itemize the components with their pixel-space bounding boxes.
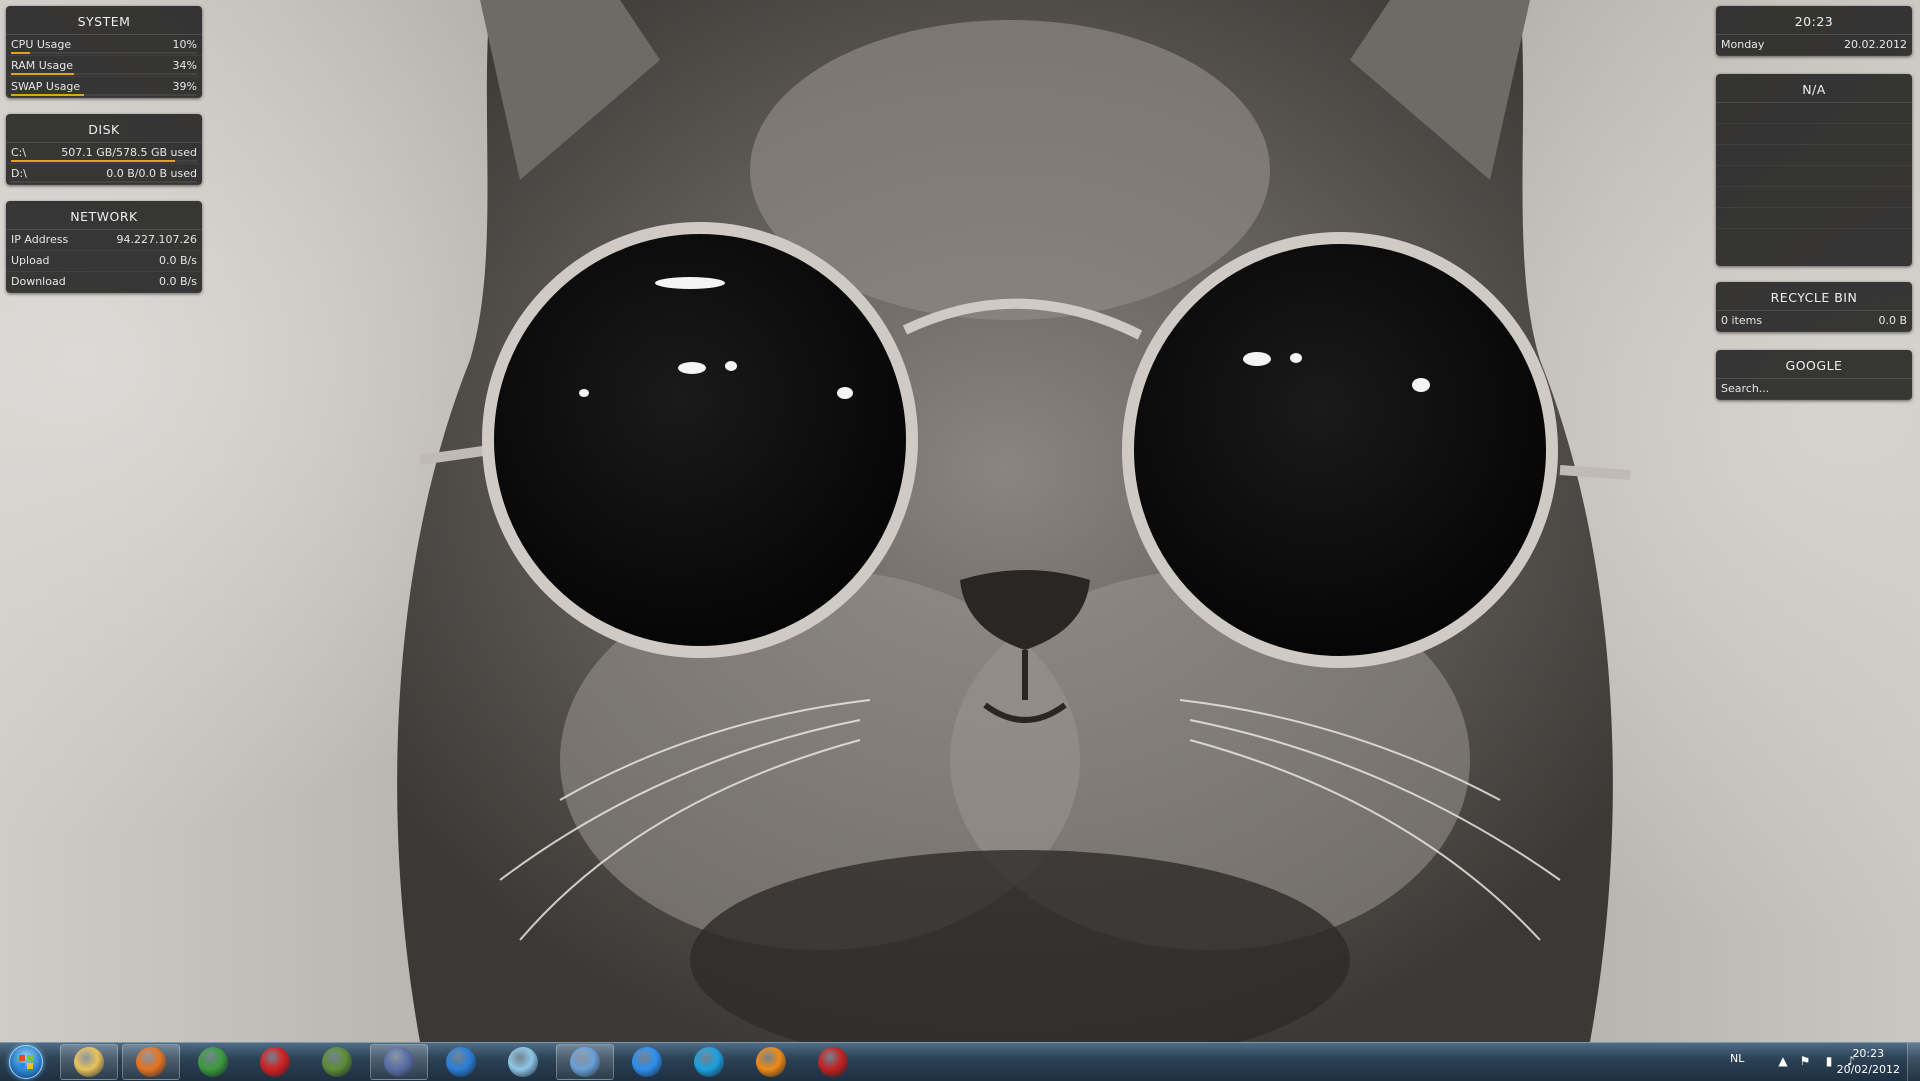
firefox-taskbar-button[interactable]: [122, 1044, 180, 1080]
widget-title: NETWORK: [6, 201, 202, 230]
image-editor-taskbar-button[interactable]: [370, 1044, 428, 1080]
widget-title: N/A: [1716, 74, 1912, 103]
document-icon: [508, 1047, 538, 1077]
skype-taskbar-button[interactable]: [680, 1044, 738, 1080]
recycle-bin-size: 0.0 B: [1878, 314, 1907, 327]
red-bird-icon: [260, 1047, 290, 1077]
picture-viewer-taskbar-button[interactable]: [556, 1044, 614, 1080]
minecraft-taskbar-button[interactable]: [308, 1044, 366, 1080]
show-desktop-button[interactable]: [1907, 1043, 1920, 1081]
skype-icon: [694, 1047, 724, 1077]
recycle-bin-widget[interactable]: RECYCLE BIN 0 items 0.0 B: [1716, 282, 1912, 332]
ram-usage-row: RAM Usage 34%: [6, 56, 202, 77]
cat-with-sunglasses-image: [397, 0, 1631, 1042]
firefox-icon: [136, 1047, 166, 1077]
google-search-row[interactable]: Search...: [1716, 379, 1912, 400]
network-signal-icon[interactable]: ▮: [1822, 1054, 1836, 1068]
picture-viewer-icon: [570, 1047, 600, 1077]
chrome-taskbar-button[interactable]: [184, 1044, 242, 1080]
tray-date: 20/02/2012: [1836, 1063, 1900, 1076]
system-tray: NL ▲ ⚑ ▮ ♪ 20:23 20/02/2012: [1680, 1043, 1920, 1081]
windows-logo-icon: [9, 1045, 43, 1079]
vlc-taskbar-button[interactable]: [742, 1044, 800, 1080]
minecraft-icon: [322, 1047, 352, 1077]
disk-c-row[interactable]: C:\ 507.1 GB/578.5 GB used: [6, 143, 202, 164]
empty-row: [1716, 145, 1912, 166]
tray-time: 20:23: [1852, 1047, 1885, 1060]
empty-row: [1716, 229, 1912, 249]
tray-clock[interactable]: 20:23 20/02/2012: [1837, 1046, 1900, 1078]
row-label: IP Address: [11, 233, 69, 246]
google-search-input[interactable]: Search...: [1721, 379, 1769, 399]
usage-bar: [11, 73, 197, 75]
desktop-wallpaper: [0, 0, 1920, 1042]
filezilla-icon: [818, 1047, 848, 1077]
clock-date-row: Monday 20.02.2012: [1716, 35, 1912, 56]
empty-row: [1716, 208, 1912, 229]
clock-date: 20.02.2012: [1844, 38, 1907, 51]
clock-widget: 20:23 Monday 20.02.2012: [1716, 6, 1912, 56]
recycle-bin-row[interactable]: 0 items 0.0 B: [1716, 311, 1912, 332]
windows-explorer-icon: [74, 1047, 104, 1077]
upload-row: Upload 0.0 B/s: [6, 251, 202, 272]
empty-row: [1716, 166, 1912, 187]
document-taskbar-button[interactable]: [494, 1044, 552, 1080]
empty-row: [1716, 103, 1912, 124]
recycle-bin-items: 0 items: [1721, 314, 1763, 327]
widget-title: GOOGLE: [1716, 350, 1912, 379]
clock-time: 20:23: [1716, 6, 1912, 35]
windows-explorer-taskbar-button[interactable]: [60, 1044, 118, 1080]
disk-widget: DISK C:\ 507.1 GB/578.5 GB used D:\ 0.0 …: [6, 114, 202, 185]
google-widget: GOOGLE Search...: [1716, 350, 1912, 400]
language-indicator[interactable]: NL: [1730, 1052, 1744, 1065]
blue-app-taskbar-button[interactable]: [432, 1044, 490, 1080]
row-label: Upload: [11, 254, 50, 267]
swap-usage-row: SWAP Usage 39%: [6, 77, 202, 98]
empty-row: [1716, 124, 1912, 145]
blue-app-icon: [446, 1047, 476, 1077]
chrome-icon: [198, 1047, 228, 1077]
row-label: Download: [11, 275, 66, 288]
cpu-usage-row: CPU Usage 10%: [6, 35, 202, 56]
ip-address-row: IP Address 94.227.107.26: [6, 230, 202, 251]
row-value: 0.0 B/s: [159, 275, 197, 288]
image-editor-icon: [384, 1047, 414, 1077]
itunes-icon: [632, 1047, 662, 1077]
network-widget: NETWORK IP Address 94.227.107.26 Upload …: [6, 201, 202, 293]
disk-d-row[interactable]: D:\ 0.0 B/0.0 B used: [6, 164, 202, 185]
filezilla-taskbar-button[interactable]: [804, 1044, 862, 1080]
vlc-icon: [756, 1047, 786, 1077]
usage-bar: [11, 52, 197, 54]
widget-title: SYSTEM: [6, 6, 202, 35]
widget-title: DISK: [6, 114, 202, 143]
show-hidden-icons-icon[interactable]: ▲: [1776, 1054, 1790, 1068]
weather-widget: N/A: [1716, 74, 1912, 266]
empty-row: [1716, 187, 1912, 208]
usage-bar: [11, 94, 197, 96]
row-value: 94.227.107.26: [116, 233, 197, 246]
red-bird-taskbar-button[interactable]: [246, 1044, 304, 1080]
usage-bar: [11, 181, 197, 183]
usage-bar: [11, 160, 197, 162]
download-row: Download 0.0 B/s: [6, 272, 202, 293]
widget-title: RECYCLE BIN: [1716, 282, 1912, 311]
system-widget: SYSTEM CPU Usage 10% RAM Usage 34% SWAP …: [6, 6, 202, 98]
start-button[interactable]: [6, 1045, 46, 1079]
row-value: 0.0 B/s: [159, 254, 197, 267]
action-center-icon[interactable]: ⚑: [1798, 1054, 1812, 1068]
clock-day: Monday: [1721, 38, 1765, 51]
taskbar: NL ▲ ⚑ ▮ ♪ 20:23 20/02/2012: [0, 1042, 1920, 1081]
itunes-taskbar-button[interactable]: [618, 1044, 676, 1080]
